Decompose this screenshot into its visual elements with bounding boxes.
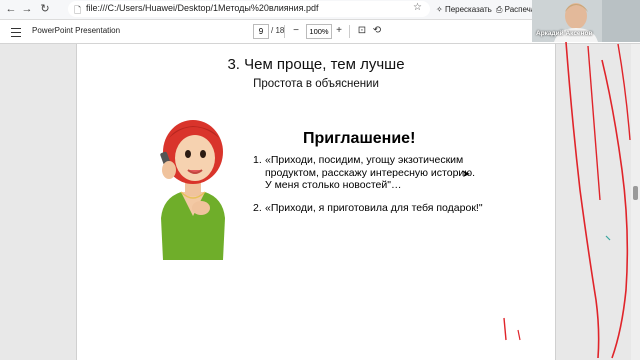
zoom-out-icon[interactable]: − [290,24,302,38]
mouse-cursor-icon: ➤ [462,169,471,180]
rotate-icon[interactable]: ⟲ [371,24,383,38]
toolbar-divider [349,25,350,38]
retell-icon: ✧ [436,5,445,14]
vertical-scrollbar[interactable] [631,44,640,360]
page-total: / 18 [271,26,285,35]
pdf-page: 3. Чем проще, тем лучше Простота в объяс… [76,44,556,360]
webcam-overlay: Аркадий Аксенов [532,0,640,42]
quote-number: 1. [253,154,262,166]
forward-icon[interactable]: → [20,2,34,16]
print-icon: ⎙ [496,5,505,14]
quote-line: «Приходи, я приготовила для тебя подарок… [265,202,483,214]
fit-page-icon[interactable]: ⊡ [356,24,368,38]
slide-title: 3. Чем проще, тем лучше [227,56,405,73]
toolbar-divider [284,25,285,38]
print-button[interactable]: ⎙ Распеча [496,3,535,16]
quote-line: У меня столько новостей"… [265,179,402,191]
url-field[interactable]: 🗋 file:///C:/Users/Huawei/Desktop/1Метод… [68,1,430,17]
bookmark-star-icon[interactable]: ☆ [413,2,422,13]
quote-line: «Приходи, посидим, угощу экзотическим [265,154,464,166]
invitation-heading: Приглашение! [303,130,416,147]
zoom-in-icon[interactable]: + [333,24,345,38]
scrollbar-thumb[interactable] [633,186,638,200]
retell-label: Пересказать [444,5,492,14]
page-number-input[interactable]: 9 [253,24,269,39]
slide-subtitle: Простота в объяснении [253,78,379,90]
print-label: Распеча [504,5,536,14]
quote-1: 1. «Приходи, посидим, угощу экзотическим… [253,154,475,192]
woman-on-phone-illustration [160,120,225,260]
back-icon[interactable]: ← [4,2,18,16]
zoom-level-input[interactable]: 100% [306,24,332,39]
file-icon: 🗋 [74,5,82,15]
url-text: file:///C:/Users/Huawei/Desktop/1Методы%… [86,3,319,13]
reload-icon[interactable]: ↻ [38,2,52,16]
menu-icon[interactable] [11,25,21,37]
retell-button[interactable]: ✧ Пересказать [436,3,492,16]
document-viewer[interactable]: 3. Чем проще, тем лучше Простота в объяс… [0,44,640,360]
quote-2: 2. «Приходи, я приготовила для тебя пода… [253,202,483,215]
document-title: PowerPoint Presentation [32,26,121,35]
quote-number: 2. [253,202,262,214]
presenter-name: Аркадий Аксенов [536,30,593,37]
quote-line: продуктом, расскажу интересную историю. [265,166,476,179]
